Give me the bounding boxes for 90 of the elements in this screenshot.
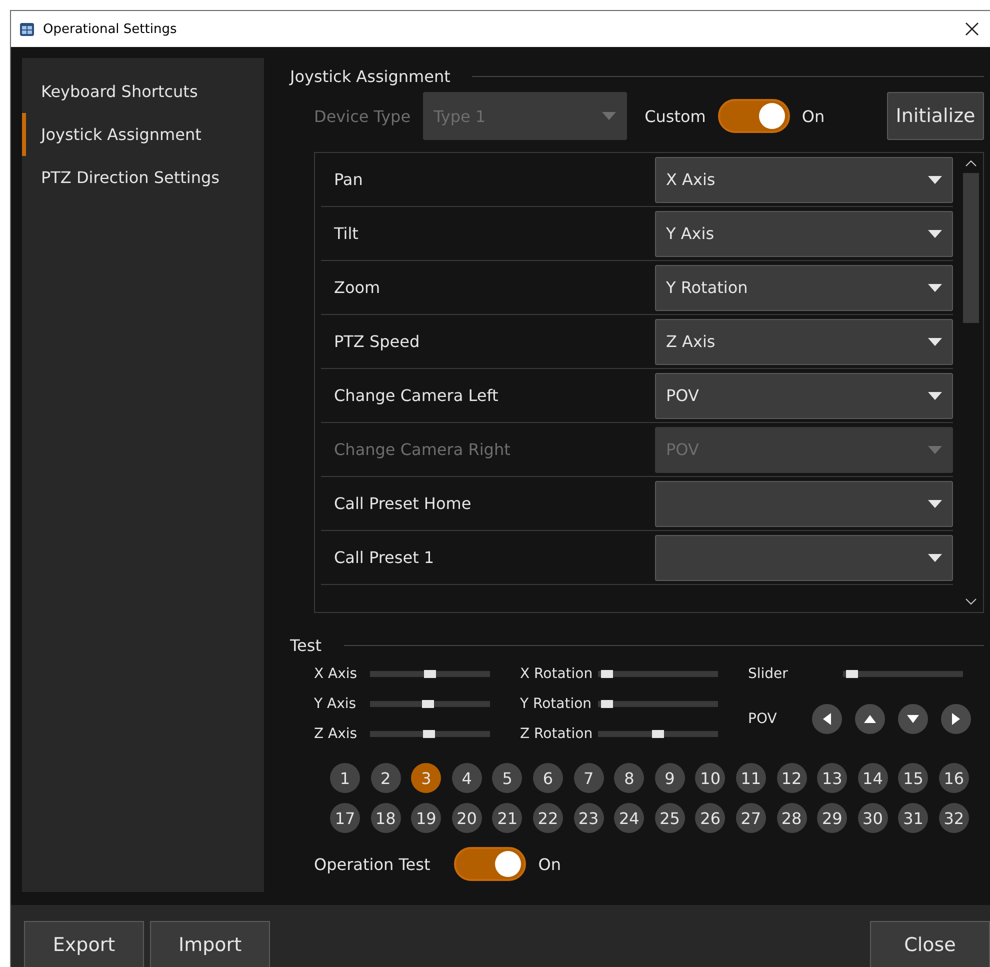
button-number-indicator: 3 (411, 763, 442, 793)
button-number-indicator: 32 (938, 803, 969, 833)
button-number-indicator: 20 (452, 803, 482, 833)
dropdown-caret-icon (928, 284, 942, 292)
pov-button[interactable] (812, 704, 842, 734)
pov-button[interactable] (855, 704, 885, 734)
button-number-indicator: 21 (492, 803, 522, 833)
assignment-dropdown[interactable]: POV (655, 372, 953, 418)
dropdown-caret-icon (928, 230, 942, 238)
axis-label: X Axis (314, 666, 358, 682)
operation-test-label: Operation Test (314, 854, 430, 874)
close-button[interactable]: Close (870, 921, 990, 967)
section-title: Joystick Assignment (290, 66, 450, 86)
button-number-indicator: 18 (370, 803, 401, 833)
pov-button[interactable] (898, 704, 928, 734)
button-number-indicator: 4 (452, 763, 482, 793)
assignment-label: PTZ Speed (334, 332, 420, 351)
button-number-indicator: 17 (330, 803, 360, 833)
dropdown-caret-icon (928, 176, 942, 184)
axis-label: X Rotation (520, 666, 594, 682)
button-number-indicator: 16 (938, 763, 969, 793)
button-number-indicator: 1 (330, 763, 360, 793)
axis-label: Slider (748, 666, 789, 682)
button-number-indicator: 10 (695, 763, 726, 793)
custom-toggle[interactable] (718, 99, 790, 133)
section-title: Test (290, 636, 322, 654)
initialize-button[interactable]: Initialize (887, 92, 984, 140)
assignment-label: Pan (334, 170, 363, 189)
button-number-indicator: 7 (574, 763, 604, 793)
assignment-label: Change Camera Left (334, 386, 498, 405)
dropdown-caret-icon (602, 112, 616, 120)
operation-test-toggle[interactable] (454, 847, 526, 881)
button-number-indicator: 5 (492, 763, 522, 793)
button-number-indicator: 15 (898, 763, 928, 793)
button-number-indicator: 25 (654, 803, 685, 833)
button-number-indicator: 8 (614, 763, 644, 793)
dropdown-caret-icon (928, 500, 942, 508)
app-icon (19, 21, 35, 37)
import-button[interactable]: Import (150, 921, 270, 967)
sidebar-item[interactable]: Keyboard Shortcuts (22, 70, 264, 113)
dropdown-caret-icon (928, 338, 942, 346)
button-number-indicator: 19 (411, 803, 442, 833)
button-number-indicator: 11 (736, 763, 766, 793)
custom-label: Custom (644, 106, 706, 126)
button-number-indicator: 23 (574, 803, 604, 833)
assignment-dropdown[interactable]: Y Rotation (655, 264, 953, 310)
assignment-dropdown[interactable]: Z Axis (655, 318, 953, 364)
axis-label: Y Axis (314, 696, 358, 712)
dropdown-caret-icon (928, 392, 942, 400)
button-number-indicator: 9 (654, 763, 685, 793)
scrollbar-thumb[interactable] (963, 173, 979, 323)
assignment-label: Call Preset 1 (334, 548, 434, 567)
toggle-state-label: On (802, 106, 825, 126)
pov-button[interactable] (941, 704, 971, 734)
up-arrow-icon (864, 715, 876, 723)
button-number-indicator: 28 (776, 803, 807, 833)
button-number-indicator: 31 (898, 803, 928, 833)
toggle-state-label: On (538, 854, 561, 874)
dropdown-caret-icon (928, 446, 942, 454)
button-number-indicator: 27 (736, 803, 766, 833)
button-number-indicator: 13 (817, 763, 848, 793)
right-arrow-icon (952, 713, 960, 725)
close-icon[interactable] (965, 22, 979, 36)
assignment-dropdown[interactable]: X Axis (655, 156, 953, 202)
axis-label: Z Rotation (520, 726, 594, 742)
button-number-indicator: 24 (614, 803, 644, 833)
axis-label: Y Rotation (520, 696, 593, 712)
button-number-indicator: 29 (817, 803, 848, 833)
assignment-label: Zoom (334, 278, 380, 297)
button-number-indicator: 6 (532, 763, 563, 793)
assignment-label: Call Preset Home (334, 494, 472, 513)
device-type-label: Device Type (314, 106, 411, 126)
sidebar-item[interactable]: PTZ Direction Settings (22, 156, 264, 199)
button-number-indicator: 12 (776, 763, 807, 793)
button-number-indicator: 2 (370, 763, 401, 793)
sidebar-item[interactable]: Joystick Assignment (22, 113, 264, 156)
assignment-label: Tilt (334, 224, 358, 243)
window-title: Operational Settings (43, 22, 178, 36)
export-button[interactable]: Export (24, 921, 144, 967)
down-arrow-icon (907, 715, 919, 723)
axis-label: Z Axis (314, 726, 358, 742)
button-number-indicator: 14 (858, 763, 888, 793)
dropdown-caret-icon (928, 554, 942, 562)
pov-label: POV (748, 711, 778, 727)
button-number-indicator: 22 (532, 803, 563, 833)
assignment-dropdown[interactable]: Y Axis (655, 210, 953, 256)
left-arrow-icon (823, 713, 831, 725)
button-number-indicator: 30 (858, 803, 888, 833)
assignment-label: Change Camera Right (334, 440, 510, 459)
button-number-indicator: 26 (695, 803, 726, 833)
